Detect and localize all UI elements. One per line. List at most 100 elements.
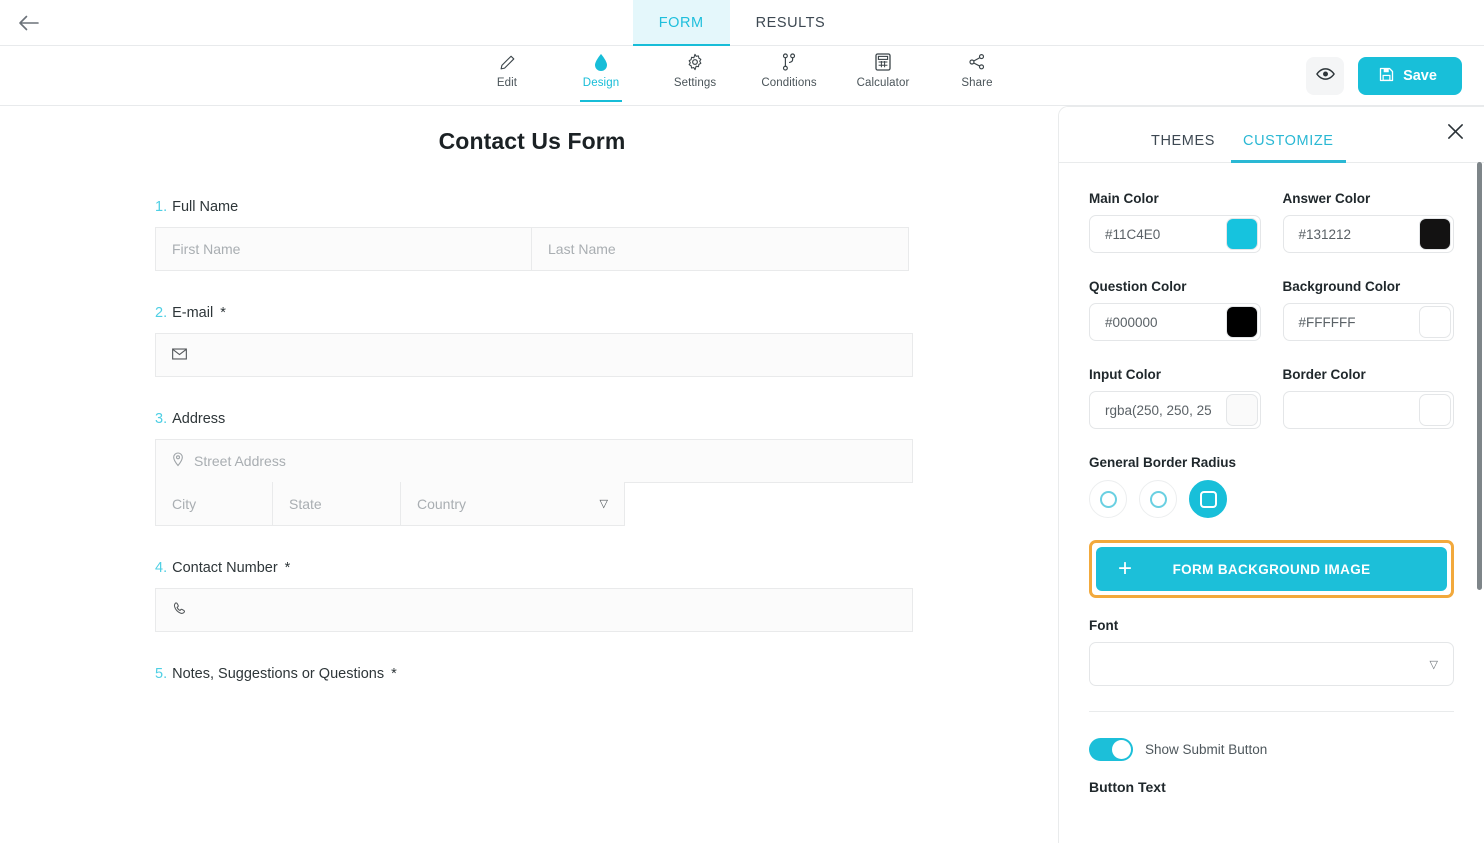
last-name-placeholder: Last Name bbox=[548, 241, 616, 257]
show-submit-button-row: Show Submit Button bbox=[1089, 738, 1454, 761]
border-color-input[interactable] bbox=[1282, 391, 1454, 429]
panel-close-button[interactable] bbox=[1442, 121, 1468, 147]
question-number: 3. bbox=[155, 411, 168, 427]
contact-number-input[interactable] bbox=[155, 588, 913, 632]
background-color-swatch[interactable] bbox=[1419, 306, 1451, 338]
answer-color-input[interactable]: #131212 bbox=[1282, 215, 1454, 253]
tab-results-label: RESULTS bbox=[755, 15, 826, 31]
chevron-down-icon: ▽ bbox=[599, 498, 608, 510]
question-contact-number: 4. Contact Number * bbox=[155, 560, 913, 632]
panel-scrollbar[interactable] bbox=[1477, 162, 1482, 590]
circle-icon bbox=[1149, 490, 1167, 508]
form-canvas: Contact Us Form 1. Full Name First Name … bbox=[0, 106, 1058, 843]
required-marker: * bbox=[284, 560, 291, 576]
input-color-swatch[interactable] bbox=[1225, 394, 1258, 426]
question-color-input[interactable]: #000000 bbox=[1089, 303, 1261, 341]
top-tabs: FORM RESULTS bbox=[632, 0, 852, 47]
field-input-color: Input Color rgba(250, 250, 25 bbox=[1089, 367, 1261, 429]
radius-option-medium[interactable] bbox=[1139, 480, 1177, 518]
circle-icon bbox=[1099, 490, 1117, 508]
toolbar-item-edit[interactable]: Edit bbox=[474, 52, 540, 96]
tab-form[interactable]: FORM bbox=[632, 0, 730, 47]
city-placeholder: City bbox=[172, 495, 197, 512]
radius-option-small[interactable] bbox=[1089, 480, 1127, 518]
required-marker: * bbox=[220, 305, 226, 321]
show-submit-button-toggle[interactable] bbox=[1089, 738, 1133, 761]
plus-icon: + bbox=[1118, 555, 1133, 582]
panel-tab-themes[interactable]: THEMES bbox=[1137, 133, 1229, 162]
country-select[interactable]: Country ▽ bbox=[401, 482, 625, 526]
radius-option-large[interactable] bbox=[1189, 480, 1227, 518]
state-input[interactable]: State bbox=[273, 482, 401, 526]
droplet-icon bbox=[594, 52, 608, 72]
map-pin-icon bbox=[172, 452, 184, 470]
form-background-image-label: FORM BACKGROUND IMAGE bbox=[1172, 561, 1371, 577]
phone-icon bbox=[172, 601, 186, 619]
panel-tabs: THEMES CUSTOMIZE bbox=[1059, 107, 1484, 163]
share-nodes-icon bbox=[968, 52, 986, 72]
toolbar-actions: Save bbox=[1306, 57, 1462, 95]
question-text: Address bbox=[172, 411, 226, 427]
question-text: Full Name bbox=[172, 199, 239, 215]
field-main-color: Main Color #11C4E0 bbox=[1089, 191, 1261, 253]
input-color-input[interactable]: rgba(250, 250, 25 bbox=[1089, 391, 1261, 429]
input-color-label: Input Color bbox=[1089, 367, 1161, 382]
main-color-input[interactable]: #11C4E0 bbox=[1089, 215, 1261, 253]
question-email: 2. E-mail * bbox=[155, 305, 913, 377]
gear-icon bbox=[686, 52, 704, 72]
last-name-input[interactable]: Last Name bbox=[532, 227, 909, 271]
street-address-input[interactable]: Street Address bbox=[155, 439, 913, 483]
tab-results[interactable]: RESULTS bbox=[730, 0, 852, 46]
toolbar-items: Edit Design Settings Conditions Calculat… bbox=[474, 52, 1010, 102]
email-input[interactable] bbox=[155, 333, 913, 377]
toolbar-item-conditions[interactable]: Conditions bbox=[756, 52, 822, 96]
question-number: 1. bbox=[155, 199, 168, 215]
question-color-swatch[interactable] bbox=[1225, 306, 1258, 338]
first-name-placeholder: First Name bbox=[172, 241, 241, 257]
rounded-square-icon bbox=[1199, 490, 1217, 508]
preview-button[interactable] bbox=[1306, 57, 1344, 95]
question-label: 4. Contact Number * bbox=[155, 560, 909, 576]
toolbar-item-design[interactable]: Design bbox=[568, 52, 634, 102]
question-address: 3. Address Street Address City State Cou… bbox=[155, 411, 913, 526]
toolbar-item-calculator-label: Calculator bbox=[856, 77, 910, 89]
answer-color-swatch[interactable] bbox=[1419, 218, 1451, 250]
field-question-color: Question Color #000000 bbox=[1089, 279, 1261, 341]
country-placeholder: Country bbox=[417, 495, 467, 512]
city-input[interactable]: City bbox=[155, 482, 273, 526]
panel-tab-customize[interactable]: CUSTOMIZE bbox=[1229, 133, 1348, 163]
save-button-label: Save bbox=[1403, 68, 1437, 84]
panel-divider bbox=[1089, 711, 1454, 712]
panel-tab-themes-label: THEMES bbox=[1151, 133, 1216, 149]
main-color-swatch[interactable] bbox=[1225, 218, 1258, 250]
toggle-knob bbox=[1112, 740, 1131, 759]
toolbar-item-calculator[interactable]: Calculator bbox=[850, 52, 916, 96]
tab-form-label: FORM bbox=[658, 15, 704, 31]
required-marker: * bbox=[391, 666, 397, 682]
panel-tab-customize-label: CUSTOMIZE bbox=[1243, 133, 1334, 149]
main-color-label: Main Color bbox=[1089, 191, 1159, 206]
background-image-highlight: + FORM BACKGROUND IMAGE bbox=[1089, 540, 1454, 598]
border-color-swatch[interactable] bbox=[1419, 394, 1451, 426]
customize-panel: THEMES CUSTOMIZE Main Color #11C4E0 Answ… bbox=[1058, 106, 1484, 843]
toolbar-item-settings-label: Settings bbox=[673, 77, 717, 89]
eye-icon bbox=[1315, 67, 1335, 86]
font-label: Font bbox=[1089, 618, 1119, 633]
save-button[interactable]: Save bbox=[1358, 57, 1462, 95]
app-root: FORM RESULTS Edit Design Settings Condit… bbox=[0, 0, 1484, 844]
toolbar-item-share[interactable]: Share bbox=[944, 52, 1010, 96]
question-label: 3. Address bbox=[155, 411, 909, 427]
font-select[interactable]: ▽ bbox=[1089, 642, 1454, 686]
answer-color-value: #131212 bbox=[1298, 226, 1352, 242]
background-color-input[interactable]: #FFFFFF bbox=[1282, 303, 1454, 341]
question-number: 2. bbox=[155, 305, 168, 321]
question-label: 2. E-mail * bbox=[155, 305, 909, 321]
question-text: Notes, Suggestions or Questions bbox=[172, 666, 385, 682]
toolbar-item-settings[interactable]: Settings bbox=[662, 52, 728, 96]
back-button[interactable] bbox=[6, 0, 50, 45]
top-tab-bar: FORM RESULTS bbox=[0, 0, 1484, 47]
first-name-input[interactable]: First Name bbox=[155, 227, 532, 271]
form-background-image-button[interactable]: + FORM BACKGROUND IMAGE bbox=[1096, 547, 1447, 591]
toolbar-item-share-label: Share bbox=[961, 77, 993, 89]
main-color-value: #11C4E0 bbox=[1105, 226, 1161, 242]
